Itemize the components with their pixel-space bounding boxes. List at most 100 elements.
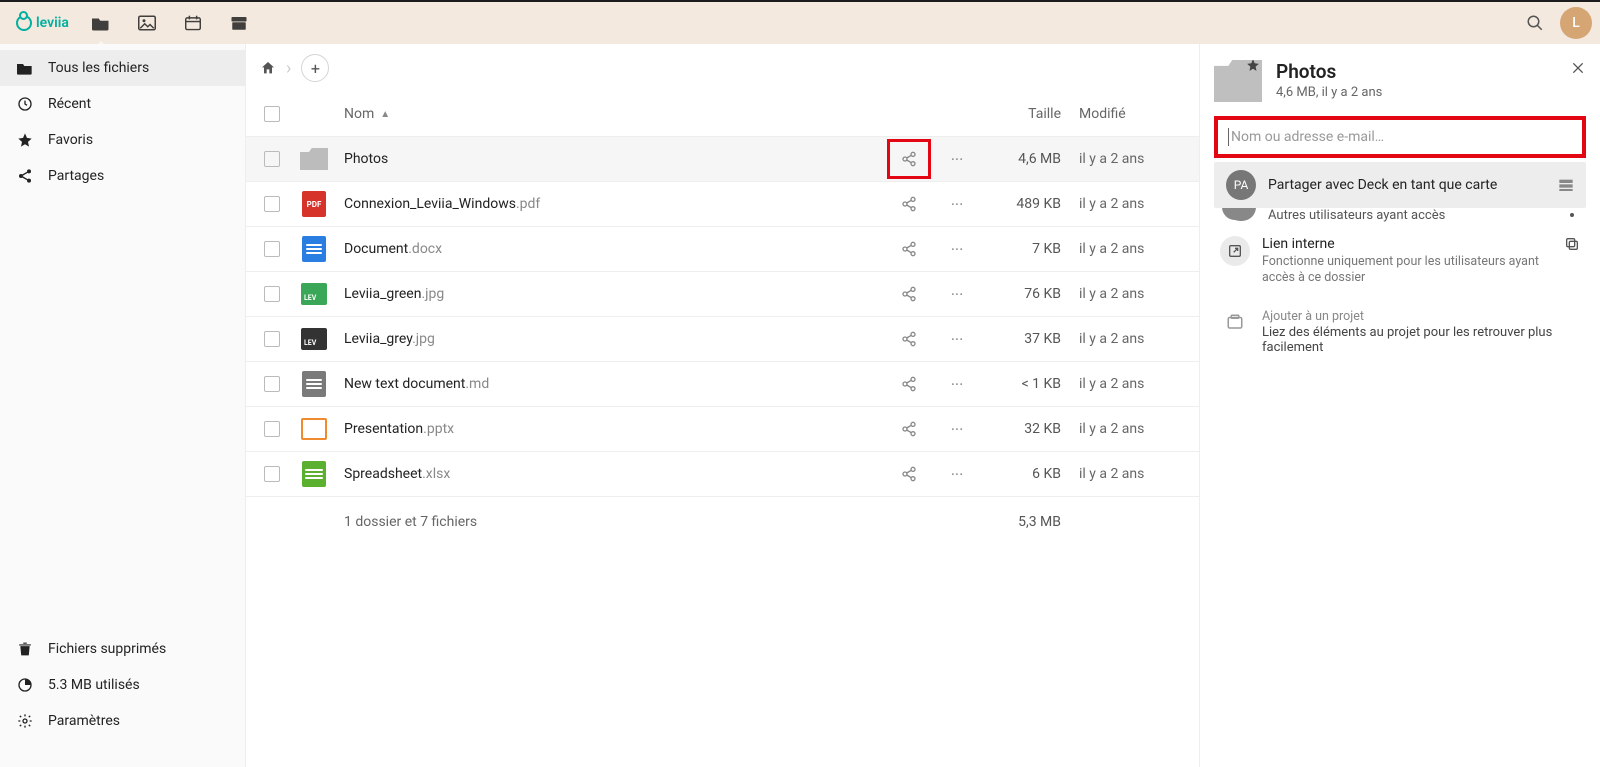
user-avatar[interactable]: L — [1560, 7, 1592, 39]
add-button[interactable]: + — [301, 54, 329, 82]
share-button[interactable] — [885, 466, 933, 482]
trash-icon — [16, 641, 34, 657]
more-button[interactable]: ··· — [933, 330, 981, 349]
file-row[interactable]: Photos···4,6 MBil y a 2 ans — [246, 137, 1199, 182]
file-row[interactable]: PDFConnexion_Leviia_Windows.pdf···489 KB… — [246, 182, 1199, 227]
more-button[interactable]: ··· — [933, 420, 981, 439]
brand-logo[interactable]: leviia — [16, 15, 69, 31]
more-button[interactable]: ··· — [933, 195, 981, 214]
row-checkbox[interactable] — [264, 331, 280, 347]
file-row[interactable]: Leviia_green.jpg···76 KBil y a 2 ans — [246, 272, 1199, 317]
photos-app-icon[interactable] — [137, 13, 157, 33]
file-size: 4,6 MB — [981, 151, 1071, 167]
gear-icon — [16, 713, 34, 729]
more-button[interactable]: ··· — [933, 375, 981, 394]
copy-icon[interactable] — [1564, 236, 1580, 252]
archive-app-icon[interactable] — [229, 13, 249, 33]
files-area: › + Nom ▲ Taille Modifié Photos···4,6 MB… — [245, 44, 1200, 767]
file-row[interactable]: Leviia_grey.jpg···37 KBil y a 2 ans — [246, 317, 1199, 362]
more-button[interactable]: ··· — [933, 465, 981, 484]
share-deck-option[interactable]: PA Partager avec Deck en tant que carte — [1214, 162, 1586, 208]
home-icon[interactable] — [260, 60, 276, 76]
sidebar-item-trash[interactable]: Fichiers supprimés — [0, 631, 245, 667]
sidebar: Tous les fichiers Récent Favoris Partage… — [0, 44, 245, 767]
calendar-app-icon[interactable] — [183, 13, 203, 33]
file-type-icon — [300, 325, 328, 353]
files-app-icon[interactable] — [91, 13, 111, 33]
file-type-icon — [300, 280, 328, 308]
more-button[interactable]: ··· — [933, 285, 981, 304]
other-users-row[interactable]: Autres utilisateurs ayant accès — [1214, 208, 1586, 226]
file-modified: il y a 2 ans — [1071, 466, 1191, 482]
more-button[interactable]: ··· — [933, 240, 981, 259]
file-name[interactable]: New text document.md — [344, 376, 885, 392]
breadcrumb: › + — [246, 44, 1199, 92]
avatar-initial: L — [1572, 15, 1580, 31]
close-icon[interactable] — [1570, 60, 1586, 76]
share-search-input[interactable] — [1231, 129, 1572, 145]
folder-thumbnail — [1214, 60, 1262, 102]
row-checkbox[interactable] — [264, 421, 280, 437]
file-type-icon — [300, 145, 328, 173]
file-type-icon — [300, 235, 328, 263]
row-checkbox[interactable] — [264, 151, 280, 167]
sidebar-item-favorites[interactable]: Favoris — [0, 122, 245, 158]
file-modified: il y a 2 ans — [1071, 421, 1191, 437]
project-sub: Liez des éléments au projet pour les ret… — [1262, 325, 1580, 355]
details-subtitle: 4,6 MB, il y a 2 ans — [1276, 85, 1382, 100]
row-checkbox[interactable] — [264, 196, 280, 212]
file-row[interactable]: New text document.md···< 1 KBil y a 2 an… — [246, 362, 1199, 407]
sidebar-item-label: Partages — [48, 168, 104, 184]
sidebar-item-all-files[interactable]: Tous les fichiers — [0, 50, 245, 86]
file-modified: il y a 2 ans — [1071, 196, 1191, 212]
share-button[interactable] — [885, 331, 933, 347]
internal-link-block[interactable]: Lien interne Fonctionne uniquement pour … — [1214, 226, 1586, 297]
file-row[interactable]: Document.docx···7 KBil y a 2 ans — [246, 227, 1199, 272]
top-bar: leviia L — [0, 0, 1600, 44]
search-icon[interactable] — [1526, 14, 1544, 32]
file-size: 489 KB — [981, 196, 1071, 212]
file-modified: il y a 2 ans — [1071, 241, 1191, 257]
file-name[interactable]: Spreadsheet.xlsx — [344, 466, 885, 482]
column-name[interactable]: Nom ▲ — [344, 106, 885, 122]
file-row[interactable]: Presentation.pptx···32 KBil y a 2 ans — [246, 407, 1199, 452]
quota-label: 5.3 MB utilisés — [48, 677, 140, 693]
row-checkbox[interactable] — [264, 241, 280, 257]
sidebar-item-label: Tous les fichiers — [48, 60, 149, 76]
file-row[interactable]: Spreadsheet.xlsx···6 KBil y a 2 ans — [246, 452, 1199, 497]
brand-name: leviia — [36, 15, 69, 31]
file-name[interactable]: Leviia_grey.jpg — [344, 331, 885, 347]
file-name[interactable]: Document.docx — [344, 241, 885, 257]
row-checkbox[interactable] — [264, 376, 280, 392]
more-button[interactable]: ··· — [933, 150, 981, 169]
file-name[interactable]: Connexion_Leviia_Windows.pdf — [344, 196, 885, 212]
internal-link-sub: Fonctionne uniquement pour les utilisate… — [1262, 254, 1552, 287]
pie-icon — [16, 677, 34, 693]
sidebar-item-shares[interactable]: Partages — [0, 158, 245, 194]
share-search-field[interactable] — [1214, 116, 1586, 158]
column-size[interactable]: Taille — [981, 106, 1071, 122]
file-name[interactable]: Photos — [344, 151, 885, 167]
file-name[interactable]: Leviia_green.jpg — [344, 286, 885, 302]
file-name[interactable]: Presentation.pptx — [344, 421, 885, 437]
deck-icon — [1558, 178, 1574, 192]
column-modified[interactable]: Modifié — [1071, 106, 1191, 122]
share-button[interactable] — [885, 286, 933, 302]
summary-size: 5,3 MB — [981, 514, 1071, 530]
add-to-project-block[interactable]: Ajouter à un projet Liez des éléments au… — [1214, 297, 1586, 365]
share-button[interactable] — [885, 376, 933, 392]
share-button[interactable] — [885, 421, 933, 437]
clock-icon — [16, 96, 34, 112]
row-checkbox[interactable] — [264, 466, 280, 482]
share-button[interactable] — [885, 196, 933, 212]
share-button[interactable] — [885, 139, 933, 179]
app-nav — [91, 13, 249, 33]
sidebar-item-settings[interactable]: Paramètres — [0, 703, 245, 739]
file-modified: il y a 2 ans — [1071, 331, 1191, 347]
row-checkbox[interactable] — [264, 286, 280, 302]
file-size: 76 KB — [981, 286, 1071, 302]
sidebar-item-recent[interactable]: Récent — [0, 86, 245, 122]
file-type-icon — [300, 370, 328, 398]
share-button[interactable] — [885, 241, 933, 257]
select-all-checkbox[interactable] — [264, 106, 280, 122]
